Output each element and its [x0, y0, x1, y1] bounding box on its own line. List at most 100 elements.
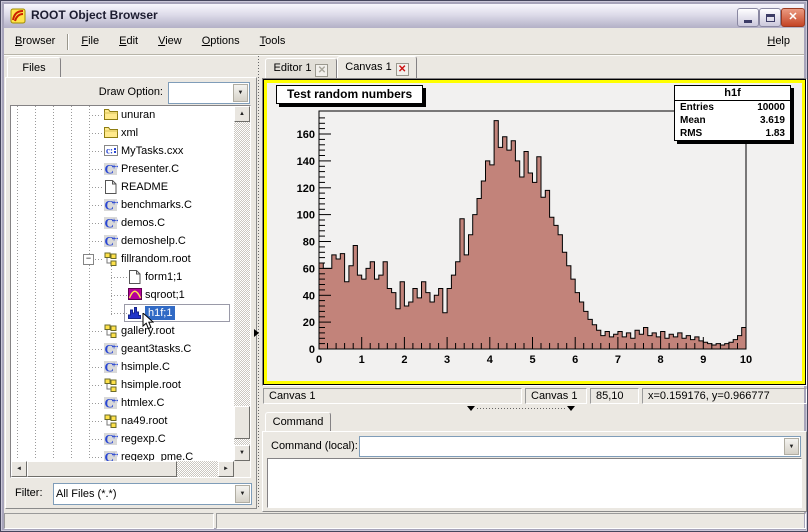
splitter-arrow-icon[interactable]	[467, 406, 475, 411]
scroll-right-button[interactable]: ►	[218, 461, 234, 477]
tree-item-form1-1[interactable]: form1;1	[11, 268, 233, 286]
filter-combobox[interactable]: ▼	[53, 483, 252, 505]
scroll-left-button[interactable]: ◄	[11, 461, 27, 477]
maximize-button[interactable]	[759, 8, 781, 27]
tree-item-label: README	[121, 180, 168, 194]
menu-edit[interactable]: Edit	[117, 35, 140, 47]
scrollbar-thumb[interactable]	[234, 406, 250, 439]
svg-text:60: 60	[303, 263, 315, 275]
svg-text:++: ++	[112, 164, 118, 171]
svg-text:0: 0	[309, 344, 315, 356]
file-tree[interactable]: unuranxmlc:MyTasks.cxxC++Presenter.C READ…	[10, 105, 251, 478]
tree-item-readme[interactable]: README	[11, 178, 233, 196]
menu-file[interactable]: File	[79, 35, 101, 47]
draw-option-input[interactable]	[171, 84, 231, 102]
horizontal-splitter[interactable]	[477, 408, 567, 409]
scrollbar-corner	[234, 461, 250, 477]
cpp-file-icon: C++	[104, 234, 118, 248]
title-bar[interactable]: ROOT Object Browser ✕	[4, 4, 804, 29]
stats-mean: 3.619	[760, 114, 785, 127]
stats-box[interactable]: h1f Entries10000 Mean3.619 RMS1.83	[674, 85, 791, 141]
scroll-up-button[interactable]: ▲	[234, 106, 250, 122]
tree-guide	[89, 349, 104, 350]
tree-item-mytasks-cxx[interactable]: c:MyTasks.cxx	[11, 142, 233, 160]
menu-help[interactable]: Help	[765, 35, 792, 47]
canvas-title-box[interactable]: Test random numbers	[276, 85, 423, 104]
chevron-down-icon[interactable]: ▼	[233, 84, 248, 102]
tree-item-regexp-c[interactable]: C++regexp.C	[11, 430, 233, 448]
tab-editor-1[interactable]: Editor 1✕	[265, 58, 337, 80]
root-object-browser-window: ROOT Object Browser ✕ Browser File Edit Vie…	[0, 0, 808, 532]
tree-item-geant3tasks-c[interactable]: C++geant3tasks.C	[11, 340, 233, 358]
filter-input[interactable]	[56, 485, 233, 503]
close-tab-icon[interactable]: ✕	[396, 63, 409, 76]
tree-item-sqroot-1[interactable]: sqroot;1	[11, 286, 233, 304]
canvas-status-name: Canvas 1	[263, 388, 522, 404]
command-output-textarea[interactable]	[269, 460, 800, 506]
close-tab-icon[interactable]: ✕	[315, 64, 328, 77]
command-combobox[interactable]: ▼	[359, 436, 801, 457]
tree-vertical-scrollbar[interactable]: ▲ ▼	[234, 106, 250, 461]
draw-option-label: Draw Option:	[81, 86, 163, 98]
tree-item-na49-root[interactable]: na49.root	[11, 412, 233, 430]
svg-text:2: 2	[401, 354, 407, 366]
tree-item-h1f-1[interactable]: h1f;1	[11, 304, 233, 322]
menu-browser[interactable]: Browser	[13, 35, 57, 47]
svg-text:20: 20	[303, 317, 315, 329]
svg-text:++: ++	[112, 218, 118, 225]
splitter-arrow-icon[interactable]	[254, 329, 259, 337]
tree-item-benchmarks-c[interactable]: C++benchmarks.C	[11, 196, 233, 214]
tree-item-fillrandom-root[interactable]: −fillrandom.root	[11, 250, 233, 268]
chevron-down-icon[interactable]: ▼	[784, 438, 799, 455]
splitter-arrow-icon[interactable]	[567, 406, 575, 411]
statusbar-section-left	[4, 513, 214, 529]
menu-view[interactable]: View	[156, 35, 184, 47]
tree-item-label: benchmarks.C	[121, 198, 192, 212]
cpp-file-icon: C++	[104, 198, 118, 212]
tree-guide	[111, 313, 128, 314]
stats-rms: 1.83	[766, 127, 785, 140]
tree-guide	[111, 277, 128, 278]
tree-item-hsimple-c[interactable]: C++hsimple.C	[11, 358, 233, 376]
svg-text:140: 140	[297, 156, 315, 168]
tree-item-label: geant3tasks.C	[121, 342, 191, 356]
tree-guide	[89, 205, 104, 206]
svg-text:5: 5	[529, 354, 535, 366]
minimize-button[interactable]	[737, 8, 759, 27]
tree-item-demos-c[interactable]: C++demos.C	[11, 214, 233, 232]
vertical-splitter[interactable]	[258, 56, 259, 508]
root-file-icon	[104, 324, 118, 338]
tab-canvas-1[interactable]: Canvas 1✕	[337, 56, 417, 80]
menu-options[interactable]: Options	[200, 35, 242, 47]
collapse-expander-icon[interactable]: −	[83, 254, 94, 265]
tree-item-label: hsimple.root	[121, 378, 181, 392]
cpp-file-icon: C++	[104, 396, 118, 410]
tree-item-demoshelp-c[interactable]: C++demoshelp.C	[11, 232, 233, 250]
cpp-file-icon: C++	[104, 432, 118, 446]
tree-item-presenter-c[interactable]: C++Presenter.C	[11, 160, 233, 178]
tree-item-gallery-root[interactable]: gallery.root	[11, 322, 233, 340]
tree-item-htmlex-c[interactable]: C++htmlex.C	[11, 394, 233, 412]
command-output-area[interactable]	[267, 458, 802, 508]
statusbar-section-right	[216, 513, 806, 529]
svg-text:++: ++	[112, 236, 118, 243]
tree-item-unuran[interactable]: unuran	[11, 106, 233, 124]
tree-item-xml[interactable]: xml	[11, 124, 233, 142]
close-button[interactable]: ✕	[781, 8, 805, 27]
tree-guide	[89, 133, 104, 134]
tree-guide	[89, 151, 104, 152]
tree-guide	[89, 403, 104, 404]
scrollbar-thumb[interactable]	[27, 461, 177, 477]
filter-label: Filter:	[15, 487, 43, 499]
command-input[interactable]	[362, 438, 782, 455]
draw-option-combobox[interactable]: ▼	[168, 82, 250, 104]
scroll-down-button[interactable]: ▼	[234, 445, 250, 461]
tree-horizontal-scrollbar[interactable]: ◄ ►	[11, 461, 234, 477]
canvas-1[interactable]: 012345678910020406080100120140160 Test r…	[264, 80, 805, 384]
tree-item-hsimple-root[interactable]: hsimple.root	[11, 376, 233, 394]
svg-text:3: 3	[444, 354, 450, 366]
folder-icon	[104, 108, 118, 122]
menu-tools[interactable]: Tools	[258, 35, 288, 47]
chevron-down-icon[interactable]: ▼	[235, 485, 250, 503]
tree-guide	[89, 115, 104, 116]
